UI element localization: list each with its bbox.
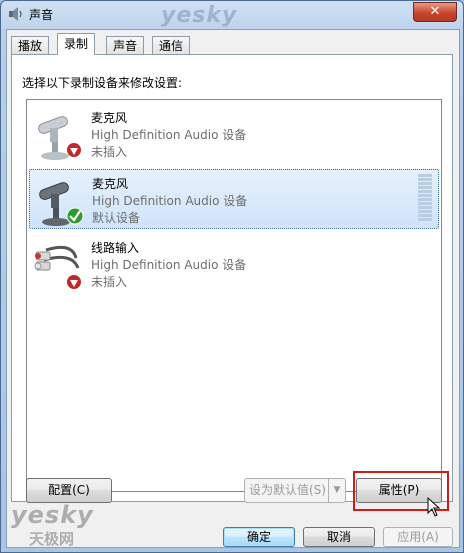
window-title: 声音 — [29, 8, 54, 22]
line-in-icon — [34, 245, 81, 289]
device-name: 线路输入 — [91, 241, 140, 255]
device-status: 默认设备 — [92, 211, 141, 225]
tab-recording[interactable]: 录制 — [57, 33, 96, 55]
tab-communications[interactable]: 通信 — [152, 36, 191, 54]
set-default-label: 设为默认值(S) — [249, 483, 326, 497]
watermark-bottom-logo: yesky — [11, 501, 94, 529]
unplugged-icon — [67, 275, 81, 289]
instruction-text: 选择以下录制设备来修改设置: — [22, 76, 183, 90]
watermark-logo: yesky — [161, 3, 238, 28]
speaker-icon — [9, 7, 22, 21]
device-item-microphone-2[interactable]: 麦克风 High Definition Audio 设备 默认设备 — [29, 169, 439, 229]
ok-button[interactable]: 确定 — [223, 527, 295, 547]
device-name: 麦克风 — [92, 177, 129, 191]
device-list[interactable]: 麦克风 High Definition Audio 设备 未插入 麦克风 Hig… — [26, 99, 442, 492]
cancel-button[interactable]: 取消 — [303, 527, 375, 547]
apply-button: 应用(A) — [383, 527, 453, 547]
close-button[interactable]: ✕ — [413, 2, 457, 22]
tab-playback[interactable]: 播放 — [11, 36, 50, 54]
device-status: 未插入 — [91, 275, 128, 289]
device-description: High Definition Audio 设备 — [92, 194, 248, 208]
device-name: 麦克风 — [91, 111, 128, 125]
chevron-down-icon: ▼ — [328, 479, 345, 502]
device-item-line-in[interactable]: 线路输入 High Definition Audio 设备 未插入 — [29, 234, 439, 294]
tab-sounds[interactable]: 声音 — [106, 36, 145, 54]
set-default-button: 设为默认值(S) ▼ — [244, 478, 346, 503]
device-description: High Definition Audio 设备 — [91, 128, 247, 142]
device-item-microphone-1[interactable]: 麦克风 High Definition Audio 设备 未插入 — [29, 104, 439, 164]
recording-panel: 选择以下录制设备来修改设置: 麦克风 High Definition Audio… — [11, 54, 453, 502]
audio-level-meter — [418, 174, 432, 224]
title-bar[interactable]: 声音 yesky ✕ — [1, 1, 463, 28]
device-status: 未插入 — [91, 145, 128, 159]
microphone-icon — [39, 182, 84, 226]
configure-button[interactable]: 配置(C) — [26, 478, 112, 503]
unplugged-icon — [67, 143, 81, 157]
default-check-icon — [66, 207, 84, 225]
device-description: High Definition Audio 设备 — [91, 258, 247, 272]
watermark-bottom-sub: 天极网 — [29, 530, 75, 548]
sound-dialog: 声音 yesky ✕ 播放 录制 声音 通信 选择以下录制设备来修改设置: 麦克… — [0, 0, 464, 553]
mouse-cursor-icon — [427, 497, 441, 517]
microphone-icon — [38, 116, 81, 160]
